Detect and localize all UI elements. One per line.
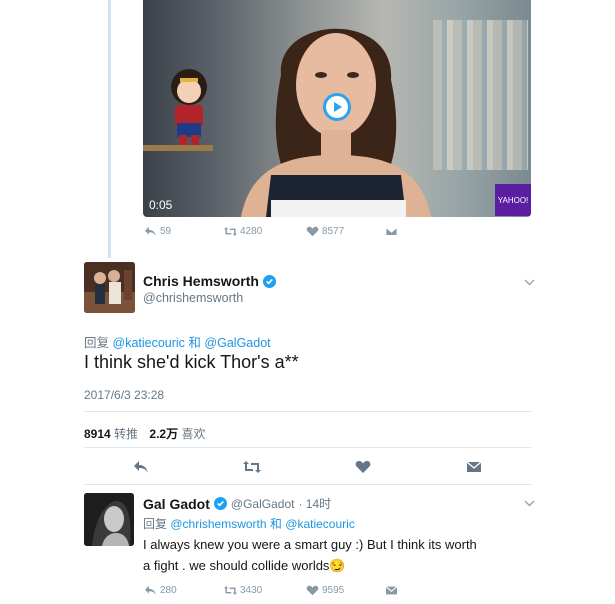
- divider: [84, 447, 531, 448]
- media-reply-stat[interactable]: 59: [144, 226, 171, 237]
- reply-user-link[interactable]: @chrishemsworth: [170, 517, 266, 531]
- reply-tweet-handle[interactable]: @GalGadot: [231, 497, 295, 511]
- reply-tweet-author-name: Gal Gadot: [143, 495, 210, 512]
- media-reply-count: 59: [160, 226, 172, 237]
- reply-tweet-text-line2: a fight . we should collide worlds😏: [143, 558, 346, 573]
- media-retweet-stat[interactable]: 4280: [224, 226, 262, 237]
- like-icon[interactable]: [355, 460, 371, 474]
- retweet-icon: [224, 586, 237, 595]
- reply-icon: [145, 226, 156, 237]
- chevron-down-icon[interactable]: [524, 279, 535, 286]
- main-reply-context: 回复 @katiecouric 和 @GalGadot: [84, 332, 271, 351]
- main-tweet-author[interactable]: Chris Hemsworth: [143, 273, 276, 289]
- retweet-count[interactable]: 8914: [84, 427, 111, 441]
- reply-tweet-author[interactable]: Gal Gadot @GalGadot · 14时: [143, 495, 331, 512]
- dm-icon: [385, 586, 398, 595]
- reply-tweet-context: 回复 @chrishemsworth 和 @katiecouric: [143, 515, 355, 532]
- reply-reply-stat[interactable]: 280: [144, 585, 177, 596]
- dm-icon[interactable]: [466, 460, 482, 474]
- main-tweet-timestamp[interactable]: 2017/6/3 23:28: [84, 388, 164, 402]
- divider: [84, 411, 531, 412]
- engagement-counts: 8914 转推 2.2万 喜欢: [84, 425, 213, 442]
- media-retweet-count: 4280: [240, 226, 263, 237]
- wonder-woman-doll: [171, 69, 207, 145]
- reply-like-stat[interactable]: 9595: [306, 585, 344, 596]
- media-like-stat[interactable]: 8577: [306, 226, 344, 237]
- video-duration: 0:05: [149, 198, 173, 212]
- gal-gadot-avatar[interactable]: [84, 493, 134, 546]
- reply-prefix: 回复: [84, 336, 110, 350]
- avatar-photo: [84, 262, 135, 313]
- thread-line: [108, 0, 111, 258]
- reply-reply-count: 280: [160, 585, 177, 596]
- reply-dm-stat[interactable]: [385, 585, 398, 596]
- reply-and: 和: [188, 336, 201, 350]
- verified-icon: [262, 274, 276, 288]
- reply-stats-row: 280 3430 9595: [0, 585, 615, 599]
- like-icon: [306, 585, 319, 596]
- reply-icon: [145, 585, 156, 596]
- like-count[interactable]: 2.2万: [149, 427, 178, 441]
- reply-and: 和: [269, 517, 282, 531]
- like-label: 喜欢: [181, 427, 206, 441]
- reply-like-count: 9595: [322, 585, 345, 596]
- verified-icon: [213, 497, 227, 510]
- main-tweet-actions: [0, 460, 615, 476]
- play-icon: [334, 102, 342, 112]
- media-dm-stat[interactable]: [385, 226, 398, 237]
- play-button[interactable]: [323, 93, 351, 121]
- reply-prefix: 回复: [143, 517, 168, 531]
- reply-tweet-text-line1: I always knew you were a smart guy :) Bu…: [143, 537, 477, 552]
- dm-icon: [385, 227, 398, 236]
- retweet-icon: [224, 227, 237, 236]
- media-stats-row: 59 4280 8577: [0, 226, 615, 242]
- main-tweet-handle[interactable]: @chrishemsworth: [143, 291, 243, 305]
- video-background-shelf: [143, 145, 213, 151]
- main-tweet-text: I think she'd kick Thor's a**: [84, 352, 299, 372]
- video-player[interactable]: 0:05 YAHOO!: [143, 0, 531, 217]
- chris-hemsworth-avatar[interactable]: [84, 262, 135, 313]
- divider: [84, 484, 531, 485]
- like-icon: [306, 226, 319, 237]
- reply-tweet-time[interactable]: · 14时: [298, 495, 331, 512]
- retweet-label: 转推: [114, 427, 139, 441]
- chevron-down-icon[interactable]: [524, 500, 535, 507]
- reply-icon[interactable]: [133, 460, 149, 474]
- reply-user-link[interactable]: @katiecouric: [113, 336, 185, 350]
- reply-user-link[interactable]: @GalGadot: [204, 336, 270, 350]
- reply-user-link[interactable]: @katiecouric: [285, 517, 355, 531]
- media-like-count: 8577: [322, 226, 345, 237]
- yahoo-watermark: YAHOO!: [495, 184, 531, 216]
- retweet-icon[interactable]: [243, 460, 261, 474]
- reply-retweet-count: 3430: [240, 585, 263, 596]
- main-tweet-author-name: Chris Hemsworth: [143, 273, 259, 289]
- reply-retweet-stat[interactable]: 3430: [224, 585, 262, 596]
- avatar-photo: [84, 493, 134, 546]
